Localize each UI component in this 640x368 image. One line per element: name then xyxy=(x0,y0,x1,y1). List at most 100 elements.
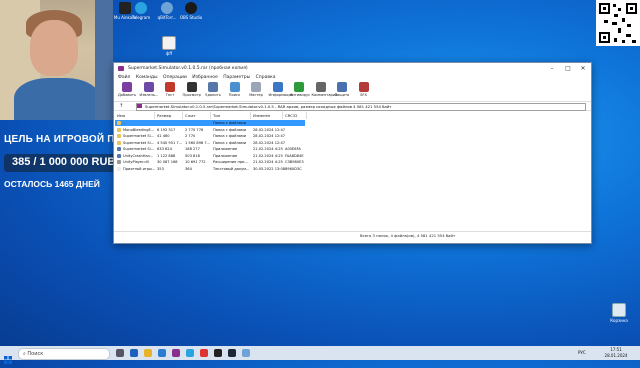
file-list[interactable]: Имя Размер Сжат Тип Изменён CRC32 .. Папк… xyxy=(115,112,590,232)
cell-type: Папка с файлами xyxy=(213,140,247,145)
toolbar-find-button[interactable]: Поиск xyxy=(226,82,244,97)
qbittorrent-taskbar-icon[interactable] xyxy=(242,349,250,357)
cell-packed: 364 xyxy=(185,166,192,171)
desktop-icon-obs[interactable]: OBS Studio xyxy=(178,2,204,20)
delete-icon xyxy=(208,82,218,92)
up-arrow-icon[interactable]: ↑ xyxy=(119,103,123,109)
menu-help[interactable]: Справка xyxy=(256,75,276,80)
cell-modified: 28.02.2024 12:47 xyxy=(253,140,286,145)
extract-icon xyxy=(143,82,154,92)
column-modified[interactable]: Изменён xyxy=(251,112,283,119)
file-row[interactable]: MonoBleedingE... 6 192 317 2 770 776 Папка … xyxy=(115,127,305,133)
toolbar-delete-button[interactable]: Удалить xyxy=(204,82,222,97)
minimize-button[interactable]: – xyxy=(544,63,560,74)
menu-file[interactable]: Файл xyxy=(118,75,130,80)
add-icon xyxy=(122,82,132,92)
language-indicator[interactable]: РУС xyxy=(578,350,586,355)
cell-modified: 21.02.2024 4:25 xyxy=(253,147,283,151)
file-row[interactable]: Supermarket Si... 4 540 951 7... 1 560 898… xyxy=(115,140,305,146)
cell-type: Приложение xyxy=(213,147,238,151)
status-text: Всего 3 папок, 4 файла(ов), 4 581 421 55… xyxy=(360,233,456,238)
telegram-taskbar-icon[interactable] xyxy=(186,349,194,357)
store-icon[interactable] xyxy=(158,349,166,357)
qbittorrent-icon xyxy=(161,2,173,14)
menu-bar: Файл Команды Операции Избранное Параметр… xyxy=(114,74,591,81)
toolbar-add-button[interactable]: Добавить xyxy=(118,82,136,97)
cell-modified: 21.02.2024 4:25 xyxy=(253,160,283,164)
toolbar-antivirus-button[interactable]: Антивирус xyxy=(290,82,310,97)
cell-packed: 1 560 898 7... xyxy=(185,140,211,145)
cell-name: .. xyxy=(123,121,126,125)
desktop-icon-recycle-bin[interactable]: Корзина xyxy=(606,303,632,323)
cell-type: Текстовый докум... xyxy=(213,166,250,171)
cell-size: 633 824 xyxy=(157,147,172,151)
menu-favorites[interactable]: Избранное xyxy=(192,75,218,80)
desktop-icon-file[interactable]: фff xyxy=(156,36,182,56)
menu-options[interactable]: Параметры xyxy=(223,75,250,80)
toolbar-extract-button[interactable]: Извлечь... xyxy=(140,82,158,97)
explorer-icon[interactable] xyxy=(144,349,152,357)
desktop-icon-qbittorrent[interactable]: qBitTorr... xyxy=(154,2,180,20)
file-row[interactable]: Supermarket Si... 41 460 2 770 Папка с файл… xyxy=(115,133,305,139)
cell-name: Supermarket Si... xyxy=(123,140,155,145)
column-name[interactable]: Имя xyxy=(115,112,155,119)
cell-name: MonoBleedingE... xyxy=(123,127,155,132)
toolbar-protect-button[interactable]: Защита xyxy=(333,82,351,97)
cell-modified: 21.02.2024 4:25 xyxy=(253,153,283,158)
wizard-icon xyxy=(251,82,261,92)
cell-size: 1 122 888 xyxy=(157,153,176,158)
column-packed[interactable]: Сжат xyxy=(183,112,211,119)
webcam-overlay xyxy=(0,0,113,120)
file-row[interactable]: Supermarket Si... 633 824 188 277 Приложени… xyxy=(115,146,305,152)
cell-name: Supermarket Si... xyxy=(123,147,155,151)
search-icon: ⌕ xyxy=(23,351,26,357)
cell-type: Папка с файлами xyxy=(213,121,247,125)
cell-modified: 30.05.2022 13:08 xyxy=(253,166,286,171)
cell-modified: 28.02.2024 12:47 xyxy=(253,127,286,132)
toolbar-sfx-button[interactable]: SFX xyxy=(355,82,373,97)
menu-operations[interactable]: Операции xyxy=(163,75,187,80)
toolbar-view-button[interactable]: Просмотр xyxy=(183,82,201,97)
menu-commands[interactable]: Команды xyxy=(136,75,158,80)
steam-icon[interactable] xyxy=(228,349,236,357)
search-box[interactable]: ⌕ Поиск xyxy=(18,348,110,360)
goal-days-left: ОСТАЛОСЬ 1465 ДНЕЙ xyxy=(4,179,100,189)
toolbar-comment-button[interactable]: Комментарий xyxy=(312,82,337,97)
column-crc[interactable]: CRC32 xyxy=(283,112,307,119)
toolbar-wizard-button[interactable]: Мастер xyxy=(247,82,265,97)
exe-icon xyxy=(117,153,121,158)
close-button[interactable]: ✕ xyxy=(575,63,591,74)
title-bar[interactable]: Supermarket.Simulator.v0.1.0.5.rar (проб… xyxy=(114,63,591,74)
task-view-icon[interactable] xyxy=(116,349,124,357)
file-icon xyxy=(162,36,176,50)
file-row[interactable]: .. Папка с файлами xyxy=(115,120,305,126)
toolbar-info-button[interactable]: Информация xyxy=(269,82,293,97)
windows-start-icon[interactable] xyxy=(4,349,12,364)
goal-amount: 385 / 1 000 000 RUB xyxy=(12,156,116,168)
desktop-icon-telegram[interactable]: Telegram xyxy=(128,2,154,20)
edge-icon[interactable] xyxy=(130,349,138,357)
winrar-taskbar-icon[interactable] xyxy=(172,349,180,357)
dll-icon xyxy=(117,160,121,164)
file-row[interactable]: Приятной игры... 353 364 Текстовый докум...… xyxy=(115,166,305,172)
toolbar-test-button[interactable]: Тест xyxy=(161,82,179,97)
cell-crc: FAA8D84E xyxy=(285,153,304,158)
winrar-window: Supermarket.Simulator.v0.1.0.5.rar (проб… xyxy=(113,62,592,244)
column-type[interactable]: Тип xyxy=(211,112,251,119)
maximize-button[interactable]: □ xyxy=(560,63,576,74)
cell-type: Папка с файлами xyxy=(213,127,247,132)
cell-size: 4 540 951 7... xyxy=(157,140,183,145)
comment-icon xyxy=(315,82,326,92)
obs-taskbar-icon[interactable] xyxy=(214,349,222,357)
cell-crc: A05E8FA xyxy=(285,147,301,151)
taskbar: ⌕ Поиск РУС 17:51 28.01.2024 xyxy=(0,346,640,364)
clock[interactable]: 17:51 28.01.2024 xyxy=(596,347,636,359)
file-row[interactable]: UnityCrashHan... 1 122 888 503 818 Приложен… xyxy=(115,153,305,159)
yandex-icon[interactable] xyxy=(200,349,208,357)
file-row[interactable]: UnityPlayer.dll 30 087 168 10 691 772 Расши… xyxy=(115,159,305,165)
column-size[interactable]: Размер xyxy=(155,112,183,119)
cell-size: 353 xyxy=(157,166,164,171)
cell-crc: C3B980E3 xyxy=(285,160,304,164)
archive-path[interactable]: Supermarket.Simulator.v0.1.0.5.rar\Super… xyxy=(136,103,586,111)
archive-icon xyxy=(137,104,142,108)
